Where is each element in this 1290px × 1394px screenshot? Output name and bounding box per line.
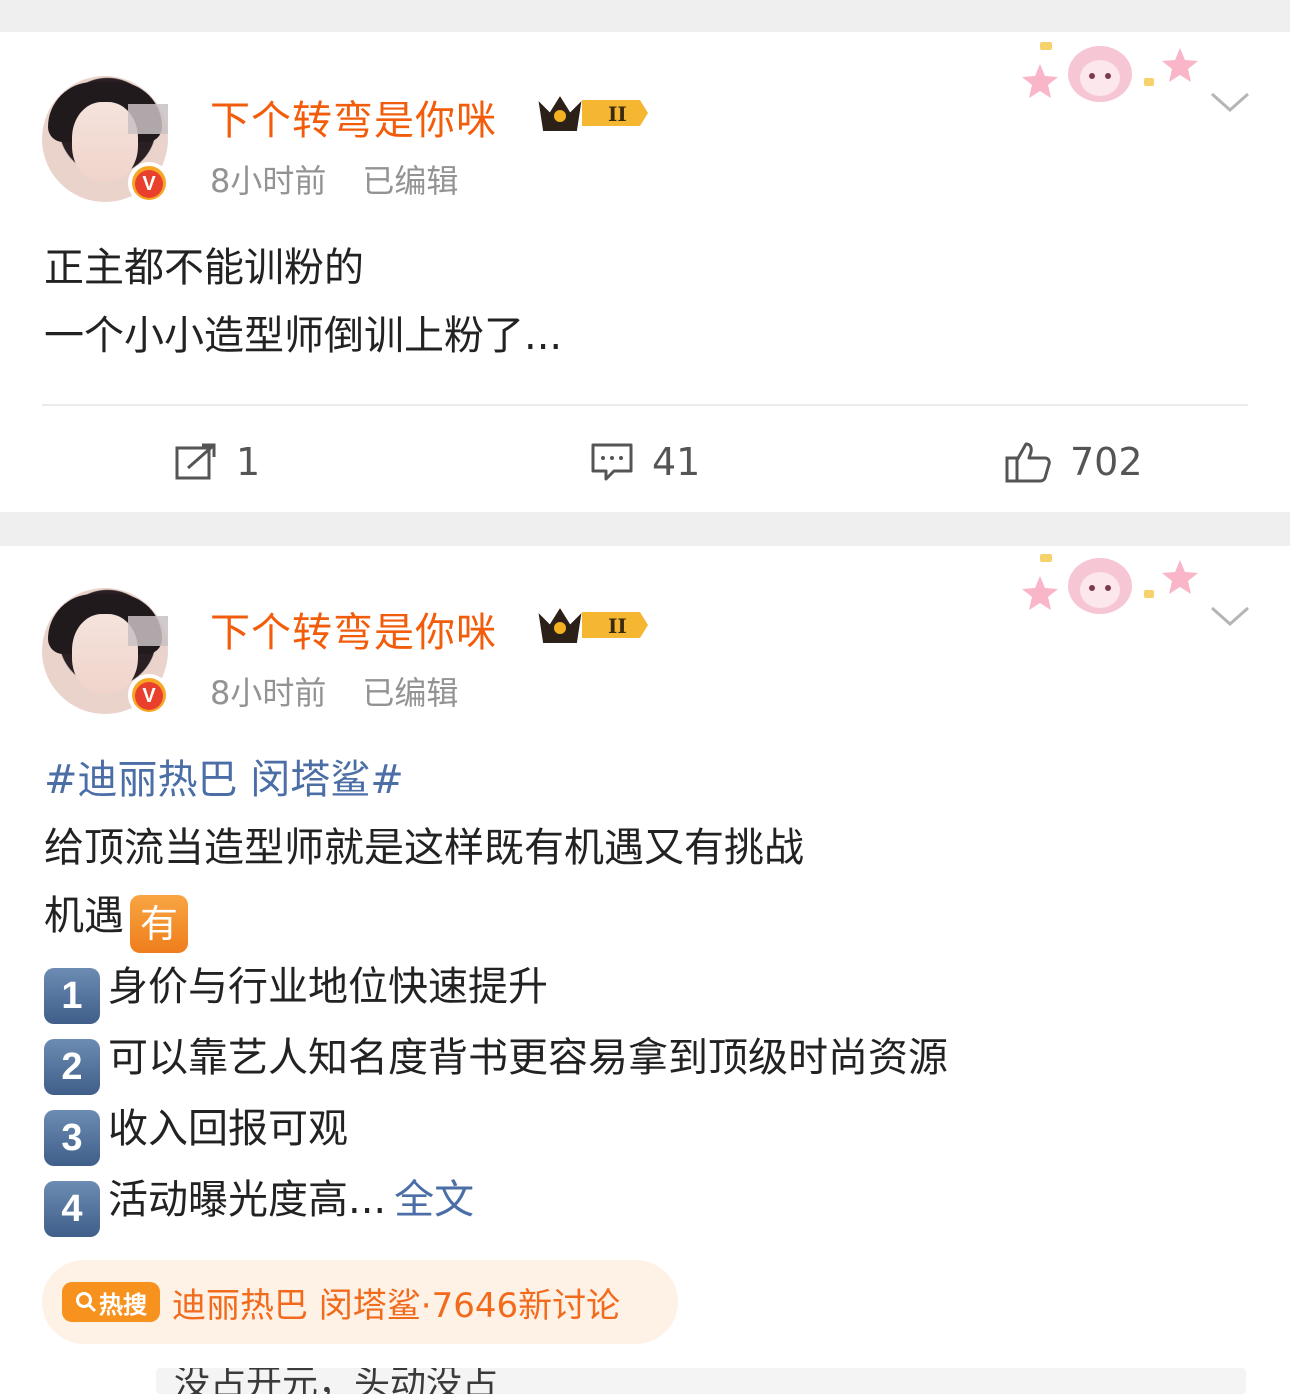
post-meta: 8小时前 已编辑 <box>210 668 458 714</box>
post-time: 8小时前 <box>210 674 327 712</box>
edited-label: 已编辑 <box>362 674 459 712</box>
hot-search-pill[interactable]: 热搜 迪丽热巴 闵塔鲨·7646新讨论 <box>42 1260 678 1344</box>
you-emoji-icon: 有 <box>130 895 188 953</box>
keycap-1-icon: 1 <box>44 968 100 1024</box>
post-line: 给顶流当造型师就是这样既有机遇又有挑战 <box>44 825 804 871</box>
verified-icon: V <box>128 674 170 716</box>
list-item: 4 活动曝光度高... 全文 <box>44 1166 948 1237</box>
list-item: 1 身价与行业地位快速提升 <box>44 953 948 1024</box>
sticker-decoration-icon <box>1022 554 1198 614</box>
repost-icon <box>175 443 216 480</box>
verified-icon: V <box>128 162 170 204</box>
svg-text:II: II <box>608 614 627 638</box>
post-card: V 下个转弯是你咪 II 8小时前 已编辑 正主都不能训粉的 一个小小造型师倒训上… <box>0 32 1290 512</box>
chevron-down-icon[interactable] <box>1208 88 1252 116</box>
hot-search-text: 迪丽热巴 闵塔鲨·7646新讨论 <box>172 1285 621 1326</box>
divider <box>42 404 1248 406</box>
post-meta: 8小时前 已编辑 <box>210 156 458 202</box>
post-line: 一个小小造型师倒训上粉了... <box>44 313 563 359</box>
search-icon <box>76 1292 97 1313</box>
comment-icon <box>591 443 633 481</box>
post-time: 8小时前 <box>210 162 327 200</box>
thumbs-up-icon <box>1005 442 1051 483</box>
post-card: V 下个转弯是你咪 II 8小时前 已编辑 #迪丽热巴 闵塔鲨# 给顶流当造型师就… <box>0 546 1290 1394</box>
hashtag-link[interactable]: #迪丽热巴 闵塔鲨# <box>44 746 948 814</box>
like-button[interactable]: 702 <box>1004 436 1143 488</box>
comment-count: 41 <box>652 440 701 484</box>
keycap-4-icon: 4 <box>44 1181 100 1237</box>
post-text: #迪丽热巴 闵塔鲨# 给顶流当造型师就是这样既有机遇又有挑战 机遇有 1 身价与行… <box>44 746 948 1237</box>
keycap-2-icon: 2 <box>44 1039 100 1095</box>
svg-text:II: II <box>608 102 627 126</box>
comment-button[interactable]: 41 <box>590 436 700 488</box>
like-count: 702 <box>1070 440 1143 484</box>
next-content-peek: 没占开元，头动没占 <box>156 1368 1246 1394</box>
crown-badge-icon: II <box>538 96 648 131</box>
post-line: 机遇有 <box>44 882 948 953</box>
list-item: 3 收入回报可观 <box>44 1095 948 1166</box>
list-item: 2 可以靠艺人知名度背书更容易拿到顶级时尚资源 <box>44 1024 948 1095</box>
repost-count: 1 <box>236 440 261 484</box>
edited-label: 已编辑 <box>362 162 459 200</box>
username[interactable]: 下个转弯是你咪 <box>210 88 497 146</box>
keycap-3-icon: 3 <box>44 1110 100 1166</box>
post-line: 正主都不能训粉的 <box>44 245 364 291</box>
chevron-down-icon[interactable] <box>1208 602 1252 630</box>
sticker-decoration-icon <box>1022 42 1198 102</box>
username[interactable]: 下个转弯是你咪 <box>210 600 497 658</box>
read-more-link[interactable]: 全文 <box>394 1177 474 1223</box>
hot-search-badge: 热搜 <box>62 1282 160 1322</box>
repost-button[interactable]: 1 <box>174 436 260 488</box>
crown-badge-icon: II <box>538 608 648 643</box>
post-text: 正主都不能训粉的 一个小小造型师倒训上粉了... <box>44 234 562 370</box>
